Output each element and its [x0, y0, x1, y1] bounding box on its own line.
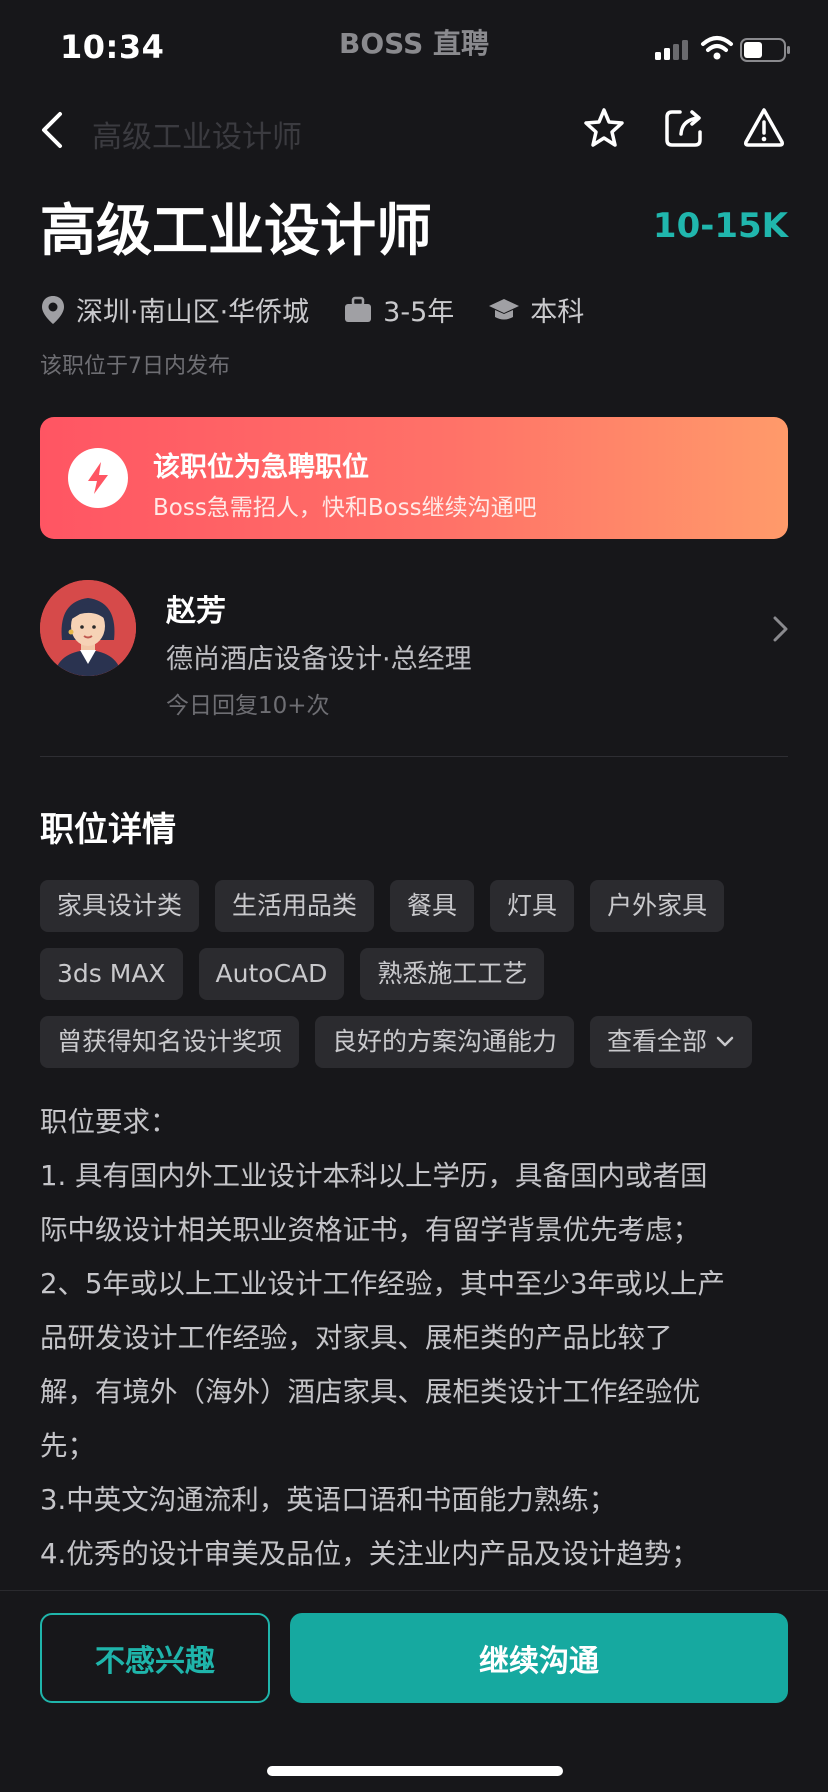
- education-item: 本科: [488, 290, 584, 329]
- description-line: 职位要求：: [40, 1106, 178, 1138]
- boss-company-title: 德尚酒店设备设计·总经理: [166, 644, 472, 675]
- boss-reply-stat: 今日回复10+次: [166, 693, 330, 719]
- chevron-down-icon: [716, 1036, 734, 1047]
- view-all-label: 查看全部: [607, 1027, 708, 1056]
- section-title-job-details: 职位详情: [40, 810, 176, 850]
- skill-tag: 餐具: [390, 880, 475, 932]
- urgent-title: 该职位为急聘职位: [153, 452, 369, 483]
- continue-chat-button[interactable]: 继续沟通: [290, 1613, 788, 1703]
- description-line: 3.中英文沟通流利，英语口语和书面能力熟练；: [40, 1484, 617, 1516]
- boss-avatar[interactable]: [40, 580, 136, 676]
- skill-tag: 3ds MAX: [40, 948, 183, 1000]
- description-line: 1. 具有国内外工业设计本科以上学历，具备国内或者国: [40, 1160, 708, 1192]
- cellular-signal-icon: [655, 40, 688, 60]
- tag-row: 曾获得知名设计奖项 良好的方案沟通能力 查看全部: [40, 1016, 800, 1068]
- skill-tag: 户外家具: [590, 880, 725, 932]
- share-icon[interactable]: [660, 104, 708, 152]
- chevron-right-icon[interactable]: [770, 614, 792, 644]
- skill-tag: 灯具: [490, 880, 575, 932]
- divider: [40, 756, 788, 757]
- skill-tag: AutoCAD: [198, 948, 345, 1000]
- urgent-subtitle: Boss急需招人，快和Boss继续沟通吧: [153, 495, 537, 521]
- salary: 10-15K: [652, 206, 788, 246]
- description-line: 品研发设计工作经验，对家具、展柜类的产品比较了: [40, 1322, 673, 1354]
- nav-title: 高级工业设计师: [92, 120, 302, 155]
- location-pin-icon: [42, 295, 64, 324]
- urgent-banner[interactable]: 该职位为急聘职位 Boss急需招人，快和Boss继续沟通吧: [40, 417, 788, 539]
- lightning-icon: [68, 448, 128, 508]
- star-favorite-icon[interactable]: [580, 104, 628, 152]
- report-warning-icon[interactable]: [740, 104, 788, 152]
- nav-bar: 高级工业设计师: [0, 96, 828, 168]
- battery-icon: [740, 38, 790, 62]
- bottom-action-bar: 不感兴趣 继续沟通: [0, 1590, 828, 1792]
- location-text: 深圳·南山区·华侨城: [76, 297, 310, 328]
- education-text: 本科: [530, 297, 585, 328]
- location-item: 深圳·南山区·华侨城: [40, 290, 309, 329]
- status-bar: 10:34 BOSS 直聘: [0, 0, 828, 96]
- description-line: 4.优秀的设计审美及品位，关注业内产品及设计趋势；: [40, 1538, 699, 1570]
- job-description: 职位要求： 1. 具有国内外工业设计本科以上学历，具备国内或者国 际中级设计相关…: [40, 1095, 792, 1581]
- tag-row: 家具设计类 生活用品类 餐具 灯具 户外家具: [40, 880, 800, 932]
- briefcase-icon: [345, 296, 372, 322]
- skill-tag: 家具设计类: [40, 880, 200, 932]
- graduation-cap-icon: [489, 298, 520, 319]
- experience-text: 3-5年: [383, 297, 455, 328]
- description-line: 2、5年或以上工业设计工作经验，其中至少3年或以上产: [40, 1268, 725, 1300]
- job-title: 高级工业设计师: [40, 199, 432, 264]
- job-meta: 深圳·南山区·华侨城 3-5年 本科: [40, 290, 618, 329]
- posted-time: 该职位于7日内发布: [40, 354, 230, 379]
- back-arrow-icon[interactable]: [36, 108, 68, 152]
- skill-tag: 生活用品类: [215, 880, 375, 932]
- tag-row: 3ds MAX AutoCAD 熟悉施工工艺: [40, 948, 800, 1000]
- skill-tag: 熟悉施工工艺: [360, 948, 545, 1000]
- view-all-tags-button[interactable]: 查看全部: [590, 1016, 753, 1068]
- skill-tags: 家具设计类 生活用品类 餐具 灯具 户外家具 3ds MAX AutoCAD 熟…: [40, 880, 800, 1084]
- experience-item: 3-5年: [343, 290, 454, 329]
- skill-tag: 良好的方案沟通能力: [315, 1016, 575, 1068]
- boss-name: 赵芳: [166, 594, 226, 629]
- description-line: 解，有境外（海外）酒店家具、展柜类设计工作经验优: [40, 1376, 700, 1408]
- not-interested-button[interactable]: 不感兴趣: [40, 1613, 270, 1703]
- skill-tag: 曾获得知名设计奖项: [40, 1016, 300, 1068]
- home-indicator[interactable]: [267, 1766, 563, 1776]
- description-line: 际中级设计相关职业资格证书，有留学背景优先考虑；: [40, 1214, 700, 1246]
- description-line: 先；: [40, 1430, 95, 1462]
- wifi-icon: [701, 36, 733, 60]
